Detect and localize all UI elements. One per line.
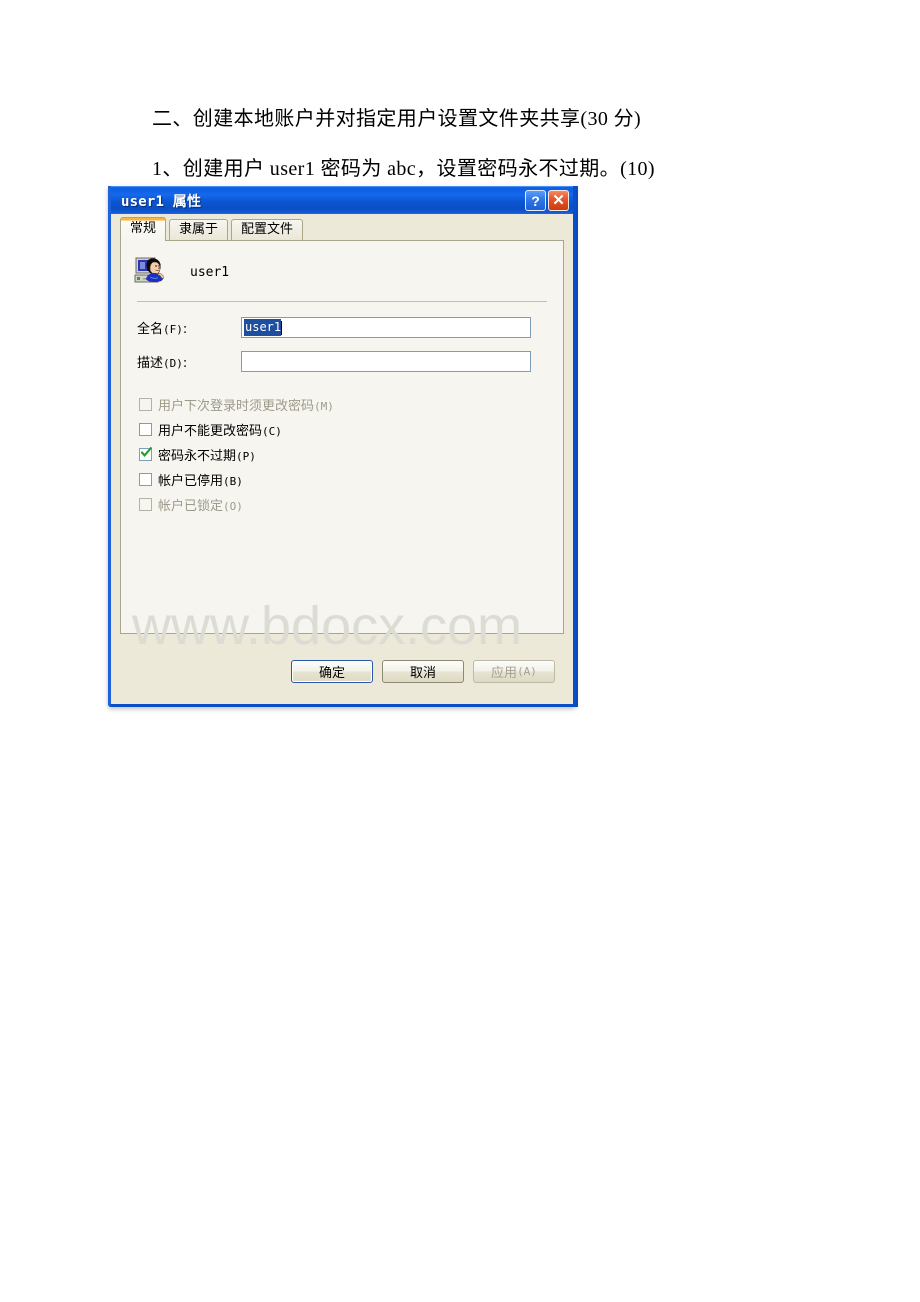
apply-button-label: 应用: [491, 666, 518, 681]
fullname-label-text: 全名: [137, 322, 164, 337]
dialog-button-bar: 确定 取消 应用 (A): [111, 648, 573, 704]
checkbox-box: [139, 498, 152, 511]
dialog-title: user1 属性: [121, 193, 202, 210]
form-row-fullname: 全名(F): user1: [121, 314, 563, 341]
cancel-button[interactable]: 取消: [382, 660, 464, 683]
form-row-description: 描述(D):: [121, 348, 563, 375]
tab-panel-general: user1 全名(F): user1 描述(D): 用户下次登录时须更改密码(M…: [120, 240, 564, 634]
description-label: 描述(D):: [137, 352, 241, 371]
checkbox-label: 用户不能更改密码(C): [158, 420, 282, 439]
fullname-input[interactable]: user1: [241, 317, 531, 338]
document-heading-line: 二、创建本地账户并对指定用户设置文件夹共享(30 分): [152, 108, 642, 130]
checkbox-box[interactable]: [139, 447, 152, 461]
ok-button-label: 确定: [318, 666, 345, 681]
checkbox-mnemonic: (P): [236, 450, 256, 463]
apply-button-mnemonic: (A): [517, 665, 537, 678]
checkbox-account-locked-out: 帐户已锁定(O): [139, 492, 563, 517]
ok-button[interactable]: 确定: [291, 660, 373, 683]
account-options-list: 用户下次登录时须更改密码(M) 用户不能更改密码(C) 密码永不过期(P) 帐户…: [121, 382, 563, 517]
local-user-icon: [134, 256, 168, 288]
cancel-button-label: 取消: [409, 666, 436, 681]
help-icon[interactable]: ?: [525, 190, 546, 211]
checkbox-mnemonic: (O): [223, 500, 243, 513]
text-caret: [281, 320, 283, 335]
tab-profile[interactable]: 配置文件: [231, 219, 304, 240]
fullname-input-value: user1: [244, 319, 282, 336]
checkbox-mnemonic: (B): [223, 475, 243, 488]
user-properties-dialog[interactable]: user1 属性 ? ✕ 常规 隶属于 配置文件 user1 全名(F): us…: [108, 186, 576, 707]
apply-button: 应用 (A): [473, 660, 555, 683]
description-colon: :: [182, 356, 188, 371]
user-identity-name: user1: [190, 264, 230, 280]
tab-member-of[interactable]: 隶属于: [169, 219, 229, 240]
checkbox-account-disabled[interactable]: 帐户已停用(B): [139, 467, 563, 492]
tab-general[interactable]: 常规: [120, 217, 167, 241]
fullname-label: 全名(F):: [137, 318, 241, 337]
titlebar-button-group: ? ✕: [525, 190, 569, 211]
checkbox-label-text: 用户下次登录时须更改密码: [158, 399, 315, 414]
general-form: 全名(F): user1 描述(D):: [121, 302, 563, 375]
checkbox-label: 帐户已停用(B): [158, 470, 243, 489]
tab-strip: 常规 隶属于 配置文件: [111, 214, 573, 241]
fullname-colon: :: [182, 322, 188, 337]
checkbox-must-change-password: 用户下次登录时须更改密码(M): [139, 392, 563, 417]
checkbox-label-text: 密码永不过期: [158, 449, 237, 464]
checkbox-label: 用户下次登录时须更改密码(M): [158, 395, 334, 414]
checkbox-label-text: 帐户已停用: [158, 474, 224, 489]
checkbox-password-never-expires[interactable]: 密码永不过期(P): [139, 442, 563, 467]
dialog-titlebar[interactable]: user1 属性 ? ✕: [111, 186, 573, 214]
checkbox-box: [139, 398, 152, 411]
fullname-mnemonic: (F): [163, 323, 183, 336]
checkbox-cannot-change-password[interactable]: 用户不能更改密码(C): [139, 417, 563, 442]
checkbox-label-text: 用户不能更改密码: [158, 424, 263, 439]
user-identity-header: user1: [121, 241, 563, 293]
checkbox-box[interactable]: [139, 473, 152, 486]
description-label-text: 描述: [137, 356, 164, 371]
close-icon[interactable]: ✕: [548, 190, 569, 211]
checkbox-mnemonic: (M): [314, 400, 334, 413]
checkbox-label-text: 帐户已锁定: [158, 499, 224, 514]
description-input[interactable]: [241, 351, 531, 372]
checkbox-label: 密码永不过期(P): [158, 445, 256, 464]
checkbox-label: 帐户已锁定(O): [158, 495, 243, 514]
document-subitem-line: 1、创建用户 user1 密码为 abc，设置密码永不过期。(10): [152, 158, 655, 180]
description-mnemonic: (D): [163, 357, 183, 370]
checkbox-mnemonic: (C): [262, 425, 282, 438]
checkbox-box[interactable]: [139, 423, 152, 436]
checkmark-icon: [141, 447, 152, 457]
